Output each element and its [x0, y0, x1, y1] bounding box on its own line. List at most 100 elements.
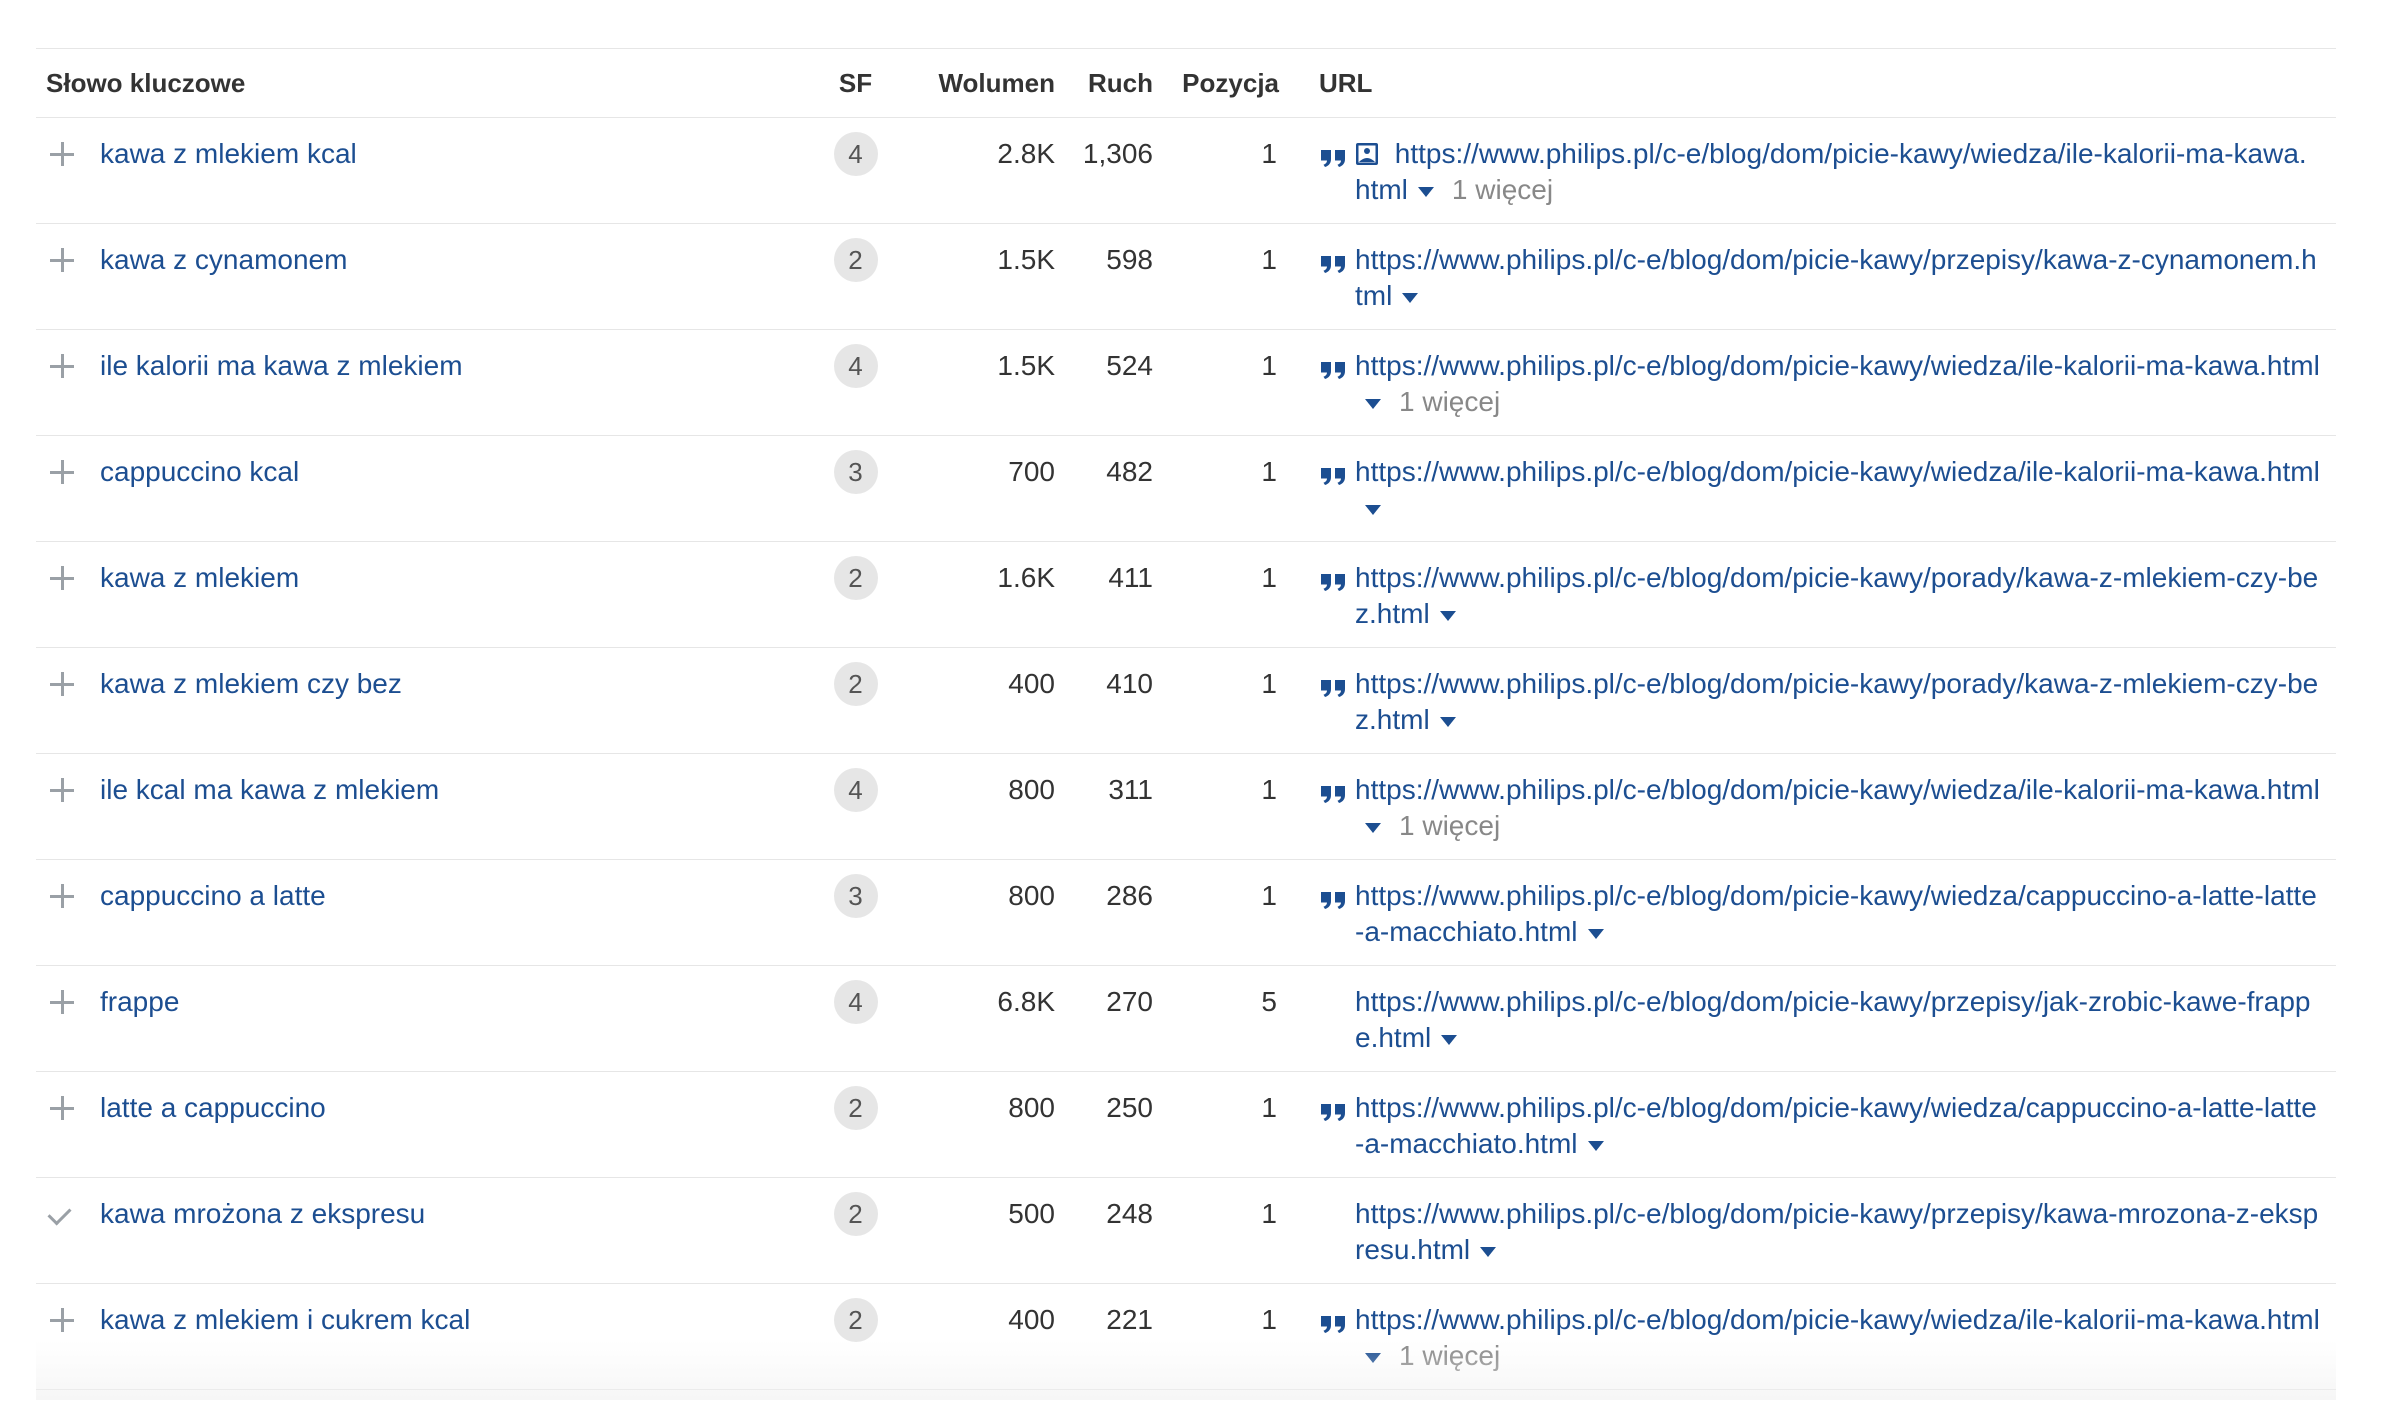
- sf-badge[interactable]: 4: [833, 768, 878, 812]
- sf-cell: 2: [807, 1072, 904, 1178]
- more-urls-link[interactable]: 1 więcej: [1399, 810, 1500, 841]
- url-cell: https://www.philips.pl/c-e/blog/dom/pici…: [1289, 860, 2336, 966]
- volume-cell: 2.8K: [997, 138, 1055, 169]
- check-icon[interactable]: [48, 1196, 76, 1232]
- caret-down-icon[interactable]: [1439, 610, 1456, 621]
- position-cell: 1: [1261, 138, 1277, 169]
- keyword-link[interactable]: kawa z mlekiem: [100, 562, 299, 593]
- table-row: ile kcal ma kawa z mlekiem 4 800 311 1 h…: [36, 754, 2336, 860]
- plus-icon[interactable]: [48, 772, 76, 808]
- caret-down-icon[interactable]: [1480, 1246, 1497, 1257]
- ranking-url-link[interactable]: https://www.philips.pl/c-e/blog/dom/pici…: [1355, 1092, 2317, 1159]
- keyword-link[interactable]: kawa mrożona z ekspresu: [100, 1198, 425, 1229]
- traffic-cell: 482: [1106, 456, 1153, 487]
- url-cell: https://www.philips.pl/c-e/blog/dom/pici…: [1289, 1284, 2336, 1390]
- plus-icon[interactable]: [48, 984, 76, 1020]
- keyword-link[interactable]: kawa z cynamonem: [100, 244, 347, 275]
- caret-down-icon[interactable]: [1402, 292, 1419, 303]
- position-cell: 1: [1261, 456, 1277, 487]
- sf-badge[interactable]: 2: [833, 1298, 878, 1342]
- keyword-cell: kawa z mlekiem czy bez: [36, 648, 807, 754]
- column-header-traffic[interactable]: Ruch: [1065, 49, 1163, 118]
- caret-down-icon[interactable]: [1365, 822, 1381, 833]
- plus-icon[interactable]: [48, 560, 76, 596]
- caret-down-icon[interactable]: [1365, 398, 1381, 409]
- sf-badge[interactable]: 2: [833, 1086, 878, 1130]
- image-icon: [1356, 143, 1378, 165]
- keyword-cell: ile kalorii ma kawa z mlekiem: [36, 330, 807, 436]
- volume-cell: 1.5K: [997, 350, 1055, 381]
- keyword-cell: kawa z mlekiem: [36, 542, 807, 648]
- sf-badge[interactable]: 2: [833, 662, 878, 706]
- traffic-cell: 598: [1106, 244, 1153, 275]
- sf-badge[interactable]: 4: [833, 980, 878, 1024]
- plus-icon[interactable]: [48, 242, 76, 278]
- keyword-link[interactable]: cappuccino kcal: [100, 456, 299, 487]
- column-header-url[interactable]: URL: [1289, 49, 2336, 118]
- sf-cell: 2: [807, 648, 904, 754]
- sf-badge[interactable]: 2: [833, 238, 878, 282]
- column-header-keyword[interactable]: Słowo kluczowe: [36, 49, 807, 118]
- plus-icon[interactable]: [48, 454, 76, 490]
- position-cell: 1: [1261, 774, 1277, 805]
- plus-icon[interactable]: [48, 666, 76, 702]
- keyword-link[interactable]: kawa z mlekiem kcal: [100, 138, 357, 169]
- sf-badge[interactable]: 3: [833, 874, 878, 918]
- sf-badge[interactable]: 4: [833, 132, 878, 176]
- plus-icon[interactable]: [48, 1302, 76, 1338]
- caret-down-icon[interactable]: [1587, 928, 1604, 939]
- keyword-link[interactable]: ile kcal ma kawa z mlekiem: [100, 774, 439, 805]
- caret-down-icon[interactable]: [1587, 1140, 1604, 1151]
- position-cell: 1: [1261, 1198, 1277, 1229]
- sf-badge[interactable]: 4: [833, 344, 878, 388]
- table-row: kawa z mlekiem i cukrem kcal 2 400 221 1…: [36, 1284, 2336, 1390]
- keyword-link[interactable]: frappe: [100, 986, 179, 1017]
- url-cell: https://www.philips.pl/c-e/blog/dom/pici…: [1289, 966, 2336, 1072]
- keyword-cell: kawa z cynamonem: [36, 224, 807, 330]
- quote-icon: [1321, 150, 1345, 167]
- sf-cell: 4: [807, 118, 904, 224]
- ranking-url-link[interactable]: https://www.philips.pl/c-e/blog/dom/pici…: [1355, 562, 2318, 629]
- keyword-link[interactable]: kawa z mlekiem i cukrem kcal: [100, 1304, 470, 1335]
- caret-down-icon[interactable]: [1365, 1352, 1381, 1363]
- quote-icon: [1321, 892, 1345, 909]
- plus-icon[interactable]: [48, 348, 76, 384]
- table-row: kawa mrożona z ekspresu 2 500 248 1 http…: [36, 1178, 2336, 1284]
- plus-icon[interactable]: [48, 136, 76, 172]
- volume-cell: 800: [1008, 774, 1055, 805]
- traffic-cell: 286: [1106, 880, 1153, 911]
- sf-badge[interactable]: 2: [833, 556, 878, 600]
- more-urls-link[interactable]: 1 więcej: [1399, 1340, 1500, 1371]
- ranking-url-link[interactable]: https://www.philips.pl/c-e/blog/dom/pici…: [1355, 986, 2310, 1053]
- ranking-url-link[interactable]: https://www.philips.pl/c-e/blog/dom/pici…: [1355, 456, 2320, 487]
- column-header-position[interactable]: Pozycja: [1163, 49, 1289, 118]
- ranking-url-link[interactable]: https://www.philips.pl/c-e/blog/dom/pici…: [1355, 1304, 2320, 1335]
- caret-down-icon[interactable]: [1441, 1034, 1458, 1045]
- caret-down-icon[interactable]: [1365, 504, 1381, 515]
- keyword-link[interactable]: latte a cappuccino: [100, 1092, 326, 1123]
- more-urls-link[interactable]: 1 więcej: [1399, 386, 1500, 417]
- column-header-sf[interactable]: SF: [807, 49, 904, 118]
- ranking-url-link[interactable]: https://www.philips.pl/c-e/blog/dom/pici…: [1355, 668, 2318, 735]
- ranking-url-link[interactable]: https://www.philips.pl/c-e/blog/dom/pici…: [1355, 244, 2317, 311]
- keyword-link[interactable]: cappuccino a latte: [100, 880, 326, 911]
- caret-down-icon[interactable]: [1439, 716, 1456, 727]
- keyword-cell: kawa z mlekiem kcal: [36, 118, 807, 224]
- column-header-volume[interactable]: Wolumen: [904, 49, 1065, 118]
- ranking-url-link[interactable]: https://www.philips.pl/c-e/blog/dom/pici…: [1355, 880, 2317, 947]
- caret-down-icon[interactable]: [1417, 186, 1434, 197]
- sf-cell: 3: [807, 436, 904, 542]
- url-cell: https://www.philips.pl/c-e/blog/dom/pici…: [1289, 224, 2336, 330]
- ranking-url-link[interactable]: https://www.philips.pl/c-e/blog/dom/pici…: [1355, 350, 2320, 381]
- keyword-link[interactable]: ile kalorii ma kawa z mlekiem: [100, 350, 463, 381]
- more-urls-link[interactable]: 1 więcej: [1452, 174, 1553, 205]
- sf-badge[interactable]: 2: [833, 1192, 878, 1236]
- ranking-url-link[interactable]: https://www.philips.pl/c-e/blog/dom/pici…: [1355, 1198, 2318, 1265]
- ranking-url-link[interactable]: https://www.philips.pl/c-e/blog/dom/pici…: [1355, 774, 2320, 805]
- plus-icon[interactable]: [48, 1090, 76, 1126]
- sf-badge[interactable]: 3: [833, 450, 878, 494]
- keyword-link[interactable]: kawa z mlekiem czy bez: [100, 668, 402, 699]
- url-cell: https://www.philips.pl/c-e/blog/dom/pici…: [1289, 1178, 2336, 1284]
- sf-cell: 2: [807, 1284, 904, 1390]
- plus-icon[interactable]: [48, 878, 76, 914]
